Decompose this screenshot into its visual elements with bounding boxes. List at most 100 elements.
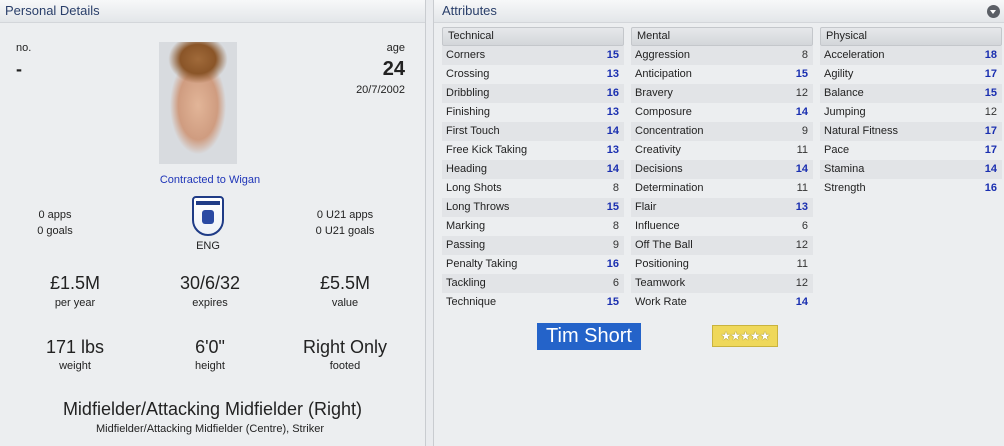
attribute-row[interactable]: Long Throws 15 bbox=[442, 198, 624, 217]
nationality-code: ENG bbox=[196, 240, 220, 252]
attribute-row[interactable]: Dribbling 16 bbox=[442, 84, 624, 103]
attribute-name: First Touch bbox=[446, 125, 500, 137]
attribute-row[interactable]: Determination 11 bbox=[631, 179, 813, 198]
attribute-value: 16 bbox=[606, 87, 619, 99]
attribute-row[interactable]: Bravery 12 bbox=[631, 84, 813, 103]
attribute-name: Dribbling bbox=[446, 87, 490, 99]
attribute-name: Acceleration bbox=[824, 49, 885, 61]
attribute-name: Long Throws bbox=[446, 201, 510, 213]
attribute-value: 12 bbox=[795, 277, 808, 289]
attribute-value: 17 bbox=[984, 125, 997, 137]
attribute-value: 14 bbox=[984, 163, 997, 175]
attribute-name: Corners bbox=[446, 49, 486, 61]
attribute-row[interactable]: Strength 16 bbox=[820, 179, 1002, 198]
attribute-row[interactable]: Decisions 14 bbox=[631, 160, 813, 179]
attribute-value: 8 bbox=[801, 49, 808, 61]
attribute-row[interactable]: Corners 15 bbox=[442, 46, 624, 65]
attribute-name: Flair bbox=[635, 201, 657, 213]
attribute-name: Teamwork bbox=[635, 277, 686, 289]
attribute-row[interactable]: Technique 15 bbox=[442, 293, 624, 312]
attribute-row[interactable]: Acceleration 18 bbox=[820, 46, 1002, 65]
attribute-row[interactable]: Creativity 11 bbox=[631, 141, 813, 160]
attribute-row[interactable]: Agility 17 bbox=[820, 65, 1002, 84]
england-crest-icon[interactable] bbox=[192, 196, 224, 236]
attribute-row[interactable]: Aggression 8 bbox=[631, 46, 813, 65]
attribute-row[interactable]: Jumping 12 bbox=[820, 103, 1002, 122]
personal-details-panel: Personal Details no. - age 24 20/7/2002 … bbox=[0, 0, 426, 446]
attribute-row[interactable]: Heading 14 bbox=[442, 160, 624, 179]
player-photo bbox=[159, 42, 237, 164]
contract-expiry-label: expires bbox=[192, 297, 228, 309]
transfer-value-label: value bbox=[331, 297, 359, 309]
attribute-value: 13 bbox=[795, 201, 808, 213]
attribute-value: 15 bbox=[984, 87, 997, 99]
attribute-value: 14 bbox=[606, 125, 619, 137]
attribute-value: 8 bbox=[612, 220, 619, 232]
contract-link[interactable]: Contracted to Wigan bbox=[100, 174, 320, 186]
attribute-value: 13 bbox=[606, 144, 619, 156]
physical-column-header: Physical bbox=[820, 27, 1002, 46]
attribute-value: 9 bbox=[612, 239, 619, 251]
attribute-row[interactable]: Positioning 11 bbox=[631, 255, 813, 274]
attribute-value: 11 bbox=[796, 258, 808, 270]
attribute-value: 17 bbox=[984, 68, 997, 80]
attribute-name: Anticipation bbox=[635, 68, 692, 80]
attribute-row[interactable]: Influence 6 bbox=[631, 217, 813, 236]
attribute-row[interactable]: Long Shots 8 bbox=[442, 179, 624, 198]
mental-column: Mental Aggression 8 Anticipation 15 Bravery 1… bbox=[631, 27, 813, 312]
u21-goals-count: 0 U21 goals bbox=[315, 225, 375, 237]
attribute-row[interactable]: Free Kick Taking 13 bbox=[442, 141, 624, 160]
attribute-value: 14 bbox=[795, 296, 808, 308]
attribute-name: Agility bbox=[824, 68, 854, 80]
physical-column: Physical Acceleration 18 Agility 17 Balance 1… bbox=[820, 27, 1002, 198]
attribute-value: 6 bbox=[612, 277, 619, 289]
attribute-row[interactable]: Work Rate 14 bbox=[631, 293, 813, 312]
attribute-row[interactable]: Finishing 13 bbox=[442, 103, 624, 122]
chevron-down-icon[interactable] bbox=[987, 5, 1000, 18]
age-value: 24 bbox=[382, 58, 405, 80]
attribute-value: 15 bbox=[606, 49, 619, 61]
attribute-row[interactable]: Penalty Taking 16 bbox=[442, 255, 624, 274]
attribute-row[interactable]: Teamwork 12 bbox=[631, 274, 813, 293]
attribute-row[interactable]: Crossing 13 bbox=[442, 65, 624, 84]
squad-number-label: no. bbox=[16, 42, 32, 54]
attribute-row[interactable]: Anticipation 15 bbox=[631, 65, 813, 84]
attribute-row[interactable]: Flair 13 bbox=[631, 198, 813, 217]
attribute-name: Finishing bbox=[446, 106, 491, 118]
attribute-row[interactable]: Pace 17 bbox=[820, 141, 1002, 160]
attribute-value: 11 bbox=[796, 144, 808, 156]
attribute-row[interactable]: Passing 9 bbox=[442, 236, 624, 255]
mental-rows: Aggression 8 Anticipation 15 Bravery 12 Compos… bbox=[631, 46, 813, 312]
attribute-name: Stamina bbox=[824, 163, 865, 175]
attribute-name: Influence bbox=[635, 220, 680, 232]
attribute-row[interactable]: Stamina 14 bbox=[820, 160, 1002, 179]
attribute-name: Composure bbox=[635, 106, 692, 118]
attribute-name: Bravery bbox=[635, 87, 673, 99]
attribute-name: Heading bbox=[446, 163, 487, 175]
attribute-row[interactable]: Concentration 9 bbox=[631, 122, 813, 141]
attribute-value: 15 bbox=[606, 296, 619, 308]
attribute-name: Off The Ball bbox=[635, 239, 693, 251]
attribute-row[interactable]: Composure 14 bbox=[631, 103, 813, 122]
attribute-name: Positioning bbox=[635, 258, 689, 270]
apps-count: 0 apps bbox=[38, 209, 72, 221]
weight-value: 171 lbs bbox=[45, 337, 105, 357]
goals-count: 0 goals bbox=[37, 225, 73, 237]
attribute-name: Natural Fitness bbox=[824, 125, 898, 137]
attribute-row[interactable]: Balance 15 bbox=[820, 84, 1002, 103]
wage-value: £1.5M bbox=[49, 273, 101, 293]
attribute-row[interactable]: Off The Ball 12 bbox=[631, 236, 813, 255]
attribute-row[interactable]: Natural Fitness 17 bbox=[820, 122, 1002, 141]
attribute-value: 18 bbox=[984, 49, 997, 61]
height-value: 6'0" bbox=[195, 337, 225, 357]
attribute-name: Aggression bbox=[635, 49, 691, 61]
attribute-row[interactable]: Tackling 6 bbox=[442, 274, 624, 293]
secondary-positions: Midfielder/Attacking Midfielder (Centre)… bbox=[95, 423, 325, 435]
attribute-name: Marking bbox=[446, 220, 486, 232]
u21-apps-count: 0 U21 apps bbox=[316, 209, 374, 221]
attribute-value: 11 bbox=[796, 182, 808, 194]
attribute-row[interactable]: First Touch 14 bbox=[442, 122, 624, 141]
date-of-birth: 20/7/2002 bbox=[356, 84, 405, 96]
preferred-foot-value: Right Only bbox=[302, 337, 388, 357]
attribute-row[interactable]: Marking 8 bbox=[442, 217, 624, 236]
